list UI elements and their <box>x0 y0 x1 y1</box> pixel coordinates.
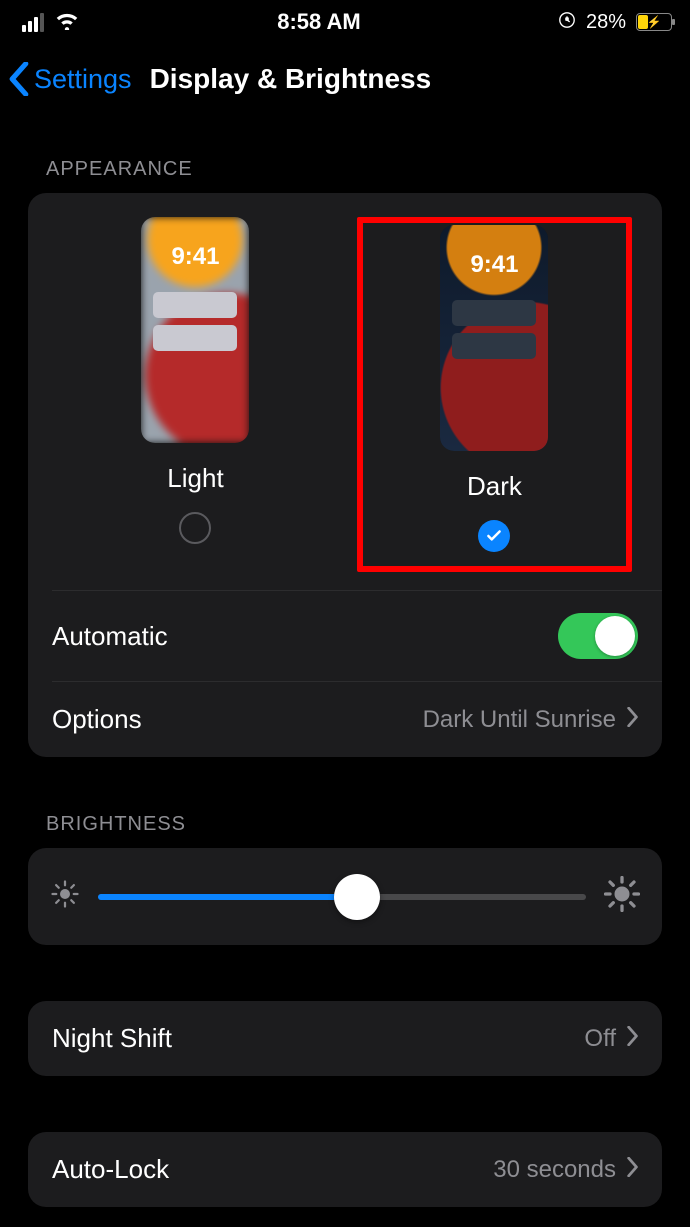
orientation-lock-icon <box>558 9 576 35</box>
battery-percentage: 28% <box>586 11 626 34</box>
brightness-slider[interactable] <box>98 877 586 917</box>
thumb-time: 9:41 <box>440 251 548 279</box>
auto-lock-card: Auto-Lock 30 seconds <box>28 1132 662 1207</box>
auto-lock-row[interactable]: Auto-Lock 30 seconds <box>28 1132 662 1207</box>
back-label: Settings <box>34 64 132 95</box>
navigation-bar: Settings Display & Brightness <box>0 44 690 112</box>
chevron-right-icon <box>626 1156 638 1184</box>
dark-mode-thumbnail: 9:41 <box>440 225 548 451</box>
brightness-section-header: BRIGHTNESS <box>0 767 690 848</box>
night-shift-label: Night Shift <box>52 1023 172 1054</box>
battery-icon: ⚡ <box>636 13 672 31</box>
back-button[interactable]: Settings <box>0 62 132 96</box>
page-title: Display & Brightness <box>150 63 432 95</box>
options-row[interactable]: Options Dark Until Sunrise <box>28 682 662 757</box>
appearance-section-header: APPEARANCE <box>0 112 690 193</box>
options-value: Dark Until Sunrise <box>423 706 616 734</box>
status-time: 8:58 AM <box>277 9 361 35</box>
night-shift-row[interactable]: Night Shift Off <box>28 1001 662 1076</box>
brightness-high-icon <box>604 876 640 917</box>
dark-label: Dark <box>467 471 522 502</box>
options-label: Options <box>52 704 142 735</box>
status-bar: 8:58 AM 28% ⚡ <box>0 0 690 44</box>
chevron-right-icon <box>626 1025 638 1053</box>
appearance-option-dark[interactable]: 9:41 Dark <box>357 217 632 572</box>
light-label: Light <box>167 463 223 494</box>
automatic-row: Automatic <box>28 591 662 681</box>
appearance-option-light[interactable]: 9:41 Light <box>58 217 333 572</box>
chevron-right-icon <box>626 706 638 734</box>
auto-lock-label: Auto-Lock <box>52 1154 169 1185</box>
cellular-signal-icon <box>22 13 44 32</box>
light-mode-thumbnail: 9:41 <box>141 217 249 443</box>
automatic-label: Automatic <box>52 621 168 652</box>
night-shift-value: Off <box>584 1025 616 1053</box>
auto-lock-value: 30 seconds <box>493 1156 616 1184</box>
light-radio-unchecked[interactable] <box>179 512 211 544</box>
appearance-card: 9:41 Light 9:41 Dark Automatic Options D… <box>28 193 662 757</box>
dark-radio-checked[interactable] <box>478 520 510 552</box>
thumb-time: 9:41 <box>141 243 249 271</box>
brightness-card <box>28 848 662 945</box>
night-shift-card: Night Shift Off <box>28 1001 662 1076</box>
automatic-toggle[interactable] <box>558 613 638 659</box>
wifi-icon <box>54 8 80 36</box>
brightness-low-icon <box>50 879 80 914</box>
